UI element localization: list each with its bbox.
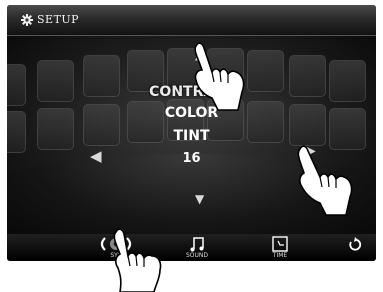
music-note-icon xyxy=(190,237,204,252)
title-bar: SETUP xyxy=(7,5,376,36)
hand-pointer-icon xyxy=(194,42,245,111)
menu-item-tint[interactable]: TINT xyxy=(7,128,376,144)
sound-label: SOUND xyxy=(185,252,209,259)
back-icon xyxy=(349,237,362,251)
back-button[interactable] xyxy=(344,234,364,261)
hand-pointer-icon xyxy=(113,228,162,292)
clock-icon xyxy=(272,236,288,252)
bottom-menu-bar: SYS SOUND TIME xyxy=(7,234,376,261)
sound-button[interactable]: SOUND xyxy=(179,234,215,261)
time-label: TIME xyxy=(272,252,288,259)
page-title: SETUP xyxy=(37,13,80,26)
time-button[interactable]: TIME xyxy=(266,234,294,261)
hand-pointer-icon xyxy=(297,145,353,216)
arrow-down-icon[interactable]: ▼ xyxy=(195,193,204,205)
gear-icon xyxy=(21,14,33,26)
